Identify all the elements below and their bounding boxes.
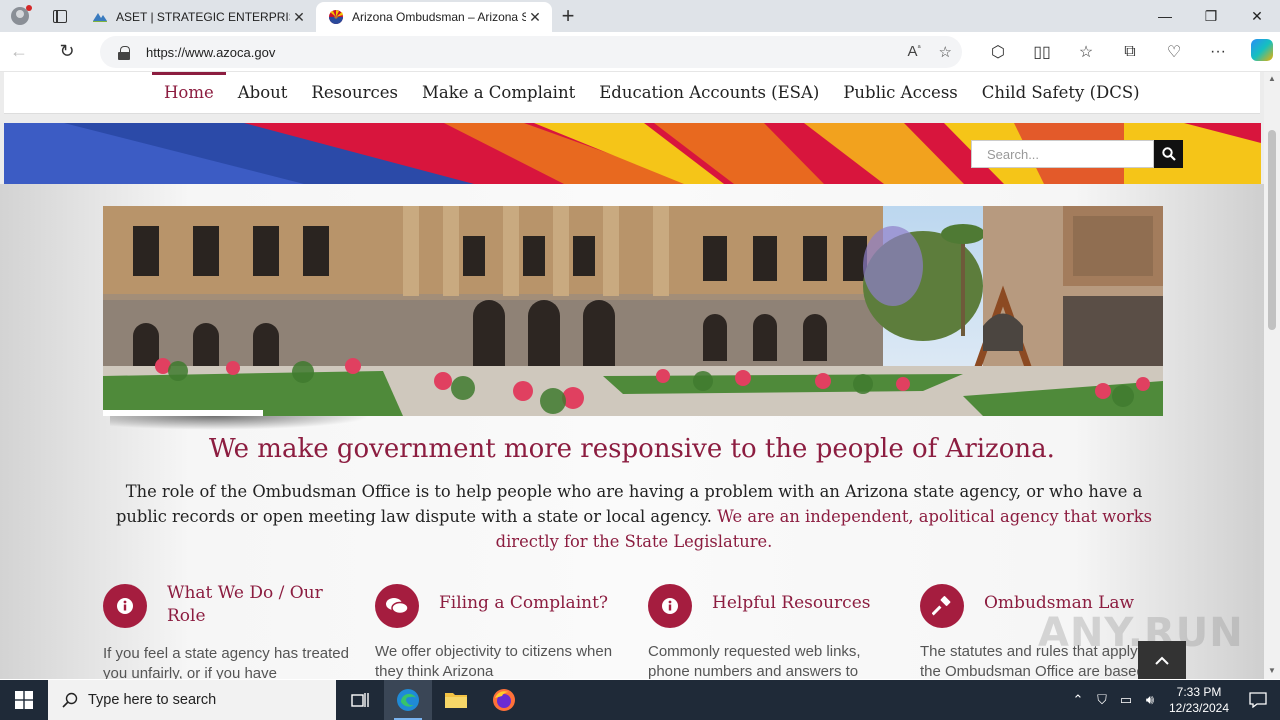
- scroll-up-arrow-icon[interactable]: ▲: [1268, 74, 1276, 83]
- chevron-up-icon[interactable]: ⌃: [1066, 692, 1090, 708]
- more-menu-icon[interactable]: ···: [1196, 43, 1240, 61]
- clock-time: 7:33 PM: [1176, 685, 1222, 699]
- favorite-star-icon[interactable]: ☆: [939, 43, 952, 61]
- taskbar-search-input[interactable]: Type here to search: [48, 680, 336, 720]
- nav-public-access[interactable]: Public Access: [831, 72, 969, 114]
- read-aloud-icon[interactable]: Aᵃ: [908, 43, 921, 61]
- feature-title[interactable]: Helpful Resources: [712, 592, 902, 615]
- tab-actions-icon[interactable]: [40, 0, 80, 32]
- search-icon[interactable]: [1154, 140, 1183, 168]
- favorites-icon[interactable]: ☆: [1064, 42, 1108, 62]
- nav-home[interactable]: Home: [152, 72, 226, 114]
- browser-tab-strip: ASET | STRATEGIC ENTERPRISE TE ✕ Arizona…: [0, 0, 1280, 32]
- clock-date: 12/23/2024: [1168, 701, 1230, 715]
- security-icon[interactable]: ⛉: [1090, 692, 1114, 708]
- nav-education-accounts[interactable]: Education Accounts (ESA): [587, 72, 831, 114]
- nav-about[interactable]: About: [226, 72, 300, 114]
- url-text: https://www.azoca.gov: [146, 44, 276, 60]
- maximize-button[interactable]: ❐: [1188, 0, 1234, 32]
- extensions-icon[interactable]: ⬡: [976, 42, 1020, 62]
- system-tray: ⌃ ⛉ ▭ 🔊︎ 7:33 PM 12/23/2024: [1066, 680, 1280, 720]
- page-headline: We make government more responsive to th…: [209, 434, 1055, 464]
- browser-toolbar: ← ↻ https://www.azoca.gov Aᵃ ☆ ⬡ ▯▯ ☆ ⧉ …: [0, 32, 1280, 72]
- lock-icon[interactable]: [118, 45, 130, 60]
- intro-paragraph: The role of the Ombudsman Office is to h…: [110, 479, 1158, 554]
- feature-text: We offer objectivity to citizens when th…: [375, 643, 613, 679]
- windows-taskbar: Type here to search ⌃ ⛉ ▭ 🔊︎ 7:33 PM 12/…: [0, 680, 1280, 720]
- refresh-icon[interactable]: ↻: [48, 32, 86, 72]
- chat-bubbles-icon[interactable]: [375, 584, 419, 628]
- network-icon[interactable]: ▭: [1114, 692, 1138, 708]
- browser-tab-azoca[interactable]: Arizona Ombudsman – Arizona S ✕: [316, 2, 552, 32]
- taskbar-clock[interactable]: 7:33 PM 12/23/2024: [1162, 684, 1236, 716]
- feature-text: If you feel a state agency has treated y…: [103, 645, 349, 679]
- feature-text: Commonly requested web links, phone numb…: [648, 643, 861, 679]
- address-bar[interactable]: https://www.azoca.gov Aᵃ ☆: [100, 36, 962, 68]
- nav-child-safety[interactable]: Child Safety (DCS): [970, 72, 1152, 114]
- edge-browser-icon[interactable]: [384, 680, 432, 720]
- feature-title[interactable]: What We Do / Our Role: [167, 582, 357, 628]
- split-screen-icon[interactable]: ▯▯: [1020, 42, 1064, 62]
- site-search-input[interactable]: Search...: [971, 140, 1154, 168]
- profile-avatar-icon[interactable]: [0, 0, 40, 32]
- scroll-down-arrow-icon[interactable]: ▼: [1268, 666, 1276, 675]
- nav-make-a-complaint[interactable]: Make a Complaint: [410, 72, 587, 114]
- copilot-icon[interactable]: [1240, 38, 1280, 66]
- aset-favicon-icon: [93, 13, 107, 22]
- page-scrollbar[interactable]: ▲ ▼: [1264, 72, 1280, 679]
- file-explorer-icon[interactable]: [432, 680, 480, 720]
- windows-start-icon[interactable]: [0, 680, 48, 720]
- hero-shadow: [110, 416, 370, 430]
- collections-icon[interactable]: ⧉: [1108, 43, 1152, 61]
- site-navigation: Home About Resources Make a Complaint Ed…: [4, 72, 1260, 114]
- back-arrow-icon[interactable]: ←: [0, 32, 38, 72]
- nav-resources[interactable]: Resources: [299, 72, 410, 114]
- capitol-building-photo: [103, 206, 1163, 416]
- gavel-icon[interactable]: [920, 584, 964, 628]
- close-tab-icon[interactable]: ✕: [290, 9, 308, 26]
- info-icon[interactable]: [648, 584, 692, 628]
- close-window-button[interactable]: ✕: [1234, 0, 1280, 32]
- feature-title[interactable]: Filing a Complaint?: [439, 592, 629, 615]
- web-page: Home About Resources Make a Complaint Ed…: [0, 72, 1264, 679]
- scroll-to-top-button[interactable]: [1138, 641, 1186, 679]
- close-tab-icon[interactable]: ✕: [526, 9, 544, 26]
- firefox-icon[interactable]: [480, 680, 528, 720]
- info-icon[interactable]: [103, 584, 147, 628]
- tab-title: Arizona Ombudsman – Arizona S: [352, 10, 526, 24]
- scrollbar-thumb[interactable]: [1268, 130, 1276, 330]
- tab-title: ASET | STRATEGIC ENTERPRISE TE: [116, 10, 290, 24]
- arizona-flag-favicon-icon: [329, 10, 343, 24]
- task-view-icon[interactable]: [336, 680, 384, 720]
- search-icon: [62, 692, 78, 708]
- volume-icon[interactable]: 🔊︎: [1138, 692, 1162, 708]
- new-tab-button[interactable]: +: [552, 0, 584, 32]
- notifications-icon[interactable]: [1236, 692, 1280, 708]
- minimize-button[interactable]: —: [1142, 0, 1188, 32]
- browser-essentials-icon[interactable]: ♡: [1152, 42, 1196, 62]
- browser-tab-aset[interactable]: ASET | STRATEGIC ENTERPRISE TE ✕: [80, 2, 316, 32]
- taskbar-search-placeholder: Type here to search: [88, 692, 217, 708]
